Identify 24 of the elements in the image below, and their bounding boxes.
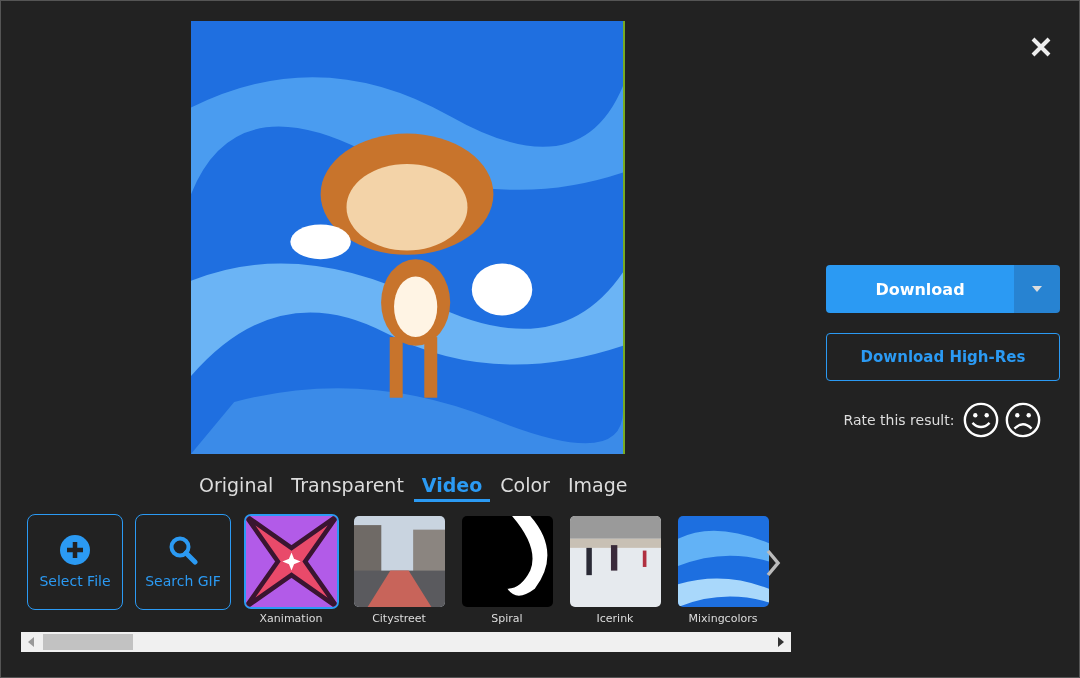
thumbnail-label: Xanimation: [259, 612, 323, 625]
thumbnail-label: Citystreet: [372, 612, 426, 625]
thumbnail-label: Icerink: [596, 612, 634, 625]
close-icon[interactable]: [1031, 37, 1051, 57]
tab[interactable]: Image: [559, 472, 636, 502]
smiley-icon[interactable]: [962, 401, 1001, 439]
tab[interactable]: Original: [191, 472, 282, 502]
download-high-res-button[interactable]: Download High-Res: [826, 333, 1060, 381]
tab[interactable]: Video: [413, 472, 491, 502]
search-icon: [168, 535, 198, 565]
caret-icon: [1032, 286, 1042, 292]
search-gif-button[interactable]: Search GIF: [135, 514, 231, 610]
download-button[interactable]: Download: [826, 265, 1014, 313]
tab[interactable]: Transparent: [283, 472, 412, 502]
plus-circle-icon: [60, 535, 90, 565]
scrollbar-thumb[interactable]: [43, 634, 133, 650]
thumbnail-label: Mixingcolors: [688, 612, 758, 625]
tab[interactable]: Color: [492, 472, 558, 502]
thumbnail-label: Spiral: [491, 612, 523, 625]
select-file-button[interactable]: Select File: [27, 514, 123, 610]
scrollbar[interactable]: [21, 632, 791, 652]
rating-label: Rate this result:: [843, 412, 955, 428]
scroll-right-icon[interactable]: [777, 637, 785, 647]
frowny-icon[interactable]: [1004, 401, 1043, 439]
